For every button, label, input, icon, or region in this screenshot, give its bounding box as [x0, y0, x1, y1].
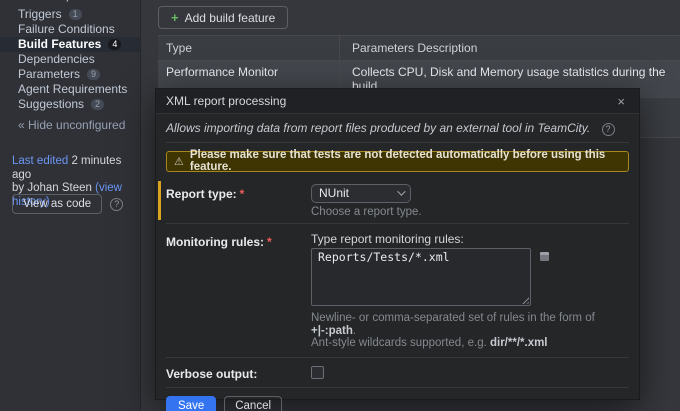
- report-type-select[interactable]: NUnit: [311, 184, 411, 203]
- verbose-output-control: [311, 364, 629, 382]
- count-badge: 2: [91, 99, 104, 110]
- report-type-row: Report type:* NUnit Choose a report type…: [166, 178, 629, 225]
- count-badge: 1: [69, 9, 82, 20]
- sidebar-item-triggers[interactable]: Triggers 1: [0, 7, 140, 22]
- resize-handle[interactable]: [520, 295, 529, 304]
- hide-unconfigured-link[interactable]: « Hide unconfigured: [18, 118, 125, 132]
- settings-sidebar: Build Steps Triggers 1 Failure Condition…: [0, 0, 141, 411]
- sidebar-item-build-features[interactable]: Build Features 4: [0, 37, 140, 52]
- monitoring-rules-value: Reports/Tests/*.xml: [318, 250, 450, 264]
- sidebar-item-label: Agent Requirements: [18, 82, 127, 97]
- add-build-feature-button[interactable]: + Add build feature: [158, 6, 288, 29]
- verbose-output-checkbox[interactable]: [311, 366, 324, 379]
- xml-report-processing-dialog: XML report processing × Allows importing…: [155, 88, 640, 400]
- required-asterisk: *: [267, 235, 272, 249]
- verbose-output-label: Verbose output:: [166, 364, 311, 382]
- verbose-output-row: Verbose output:: [166, 358, 629, 388]
- sidebar-item-label: Build Steps: [18, 0, 79, 3]
- table-header-row: Type Parameters Description: [158, 36, 680, 61]
- plus-icon: +: [171, 10, 179, 25]
- report-type-label: Report type:*: [166, 184, 311, 219]
- sidebar-item-failure-conditions[interactable]: Failure Conditions: [0, 22, 140, 37]
- monitoring-rules-input-label: Type report monitoring rules:: [311, 232, 633, 246]
- monitoring-rules-control: Type report monitoring rules: Reports/Te…: [311, 232, 633, 350]
- add-build-feature-label: Add build feature: [185, 11, 276, 25]
- view-as-code-row: View as code ?: [12, 194, 123, 214]
- sidebar-item-agent-requirements[interactable]: Agent Requirements: [0, 82, 140, 97]
- sidebar-item-label: Triggers: [18, 7, 62, 22]
- monitoring-rules-row: Monitoring rules:* Type report monitorin…: [166, 224, 629, 358]
- sidebar-item-build-steps[interactable]: Build Steps: [0, 0, 140, 3]
- dialog-title: XML report processing: [166, 94, 613, 108]
- count-badge: 9: [87, 69, 100, 80]
- expand-rules-icon[interactable]: [540, 252, 549, 261]
- sidebar-item-label: Failure Conditions: [18, 22, 115, 37]
- sidebar-item-label: Parameters: [18, 67, 80, 82]
- sidebar-item-dependencies[interactable]: Dependencies: [0, 52, 140, 67]
- report-type-value: NUnit: [319, 186, 397, 200]
- column-header-type: Type: [158, 36, 340, 60]
- sidebar-item-label: Build Features: [18, 37, 101, 52]
- dialog-description: Allows importing data from report files …: [166, 114, 629, 143]
- save-button[interactable]: Save: [166, 396, 216, 411]
- monitoring-rules-label: Monitoring rules:*: [166, 232, 311, 350]
- dialog-footer: Save Cancel: [166, 388, 629, 411]
- last-edited-link[interactable]: Last edited: [12, 155, 68, 167]
- dialog-header: XML report processing ×: [156, 89, 639, 114]
- sidebar-item-label: Suggestions: [18, 97, 84, 112]
- warning-text: Please make sure that tests are not dete…: [190, 149, 621, 173]
- last-edited-author: by Johan Steen: [12, 182, 95, 194]
- close-icon[interactable]: ×: [613, 93, 629, 110]
- monitoring-rules-hints: Newline- or comma-separated set of rules…: [311, 312, 633, 350]
- cancel-button[interactable]: Cancel: [224, 396, 282, 411]
- help-icon[interactable]: ?: [110, 198, 123, 211]
- warning-banner: ⚠ Please make sure that tests are not de…: [166, 151, 629, 172]
- required-asterisk: *: [240, 187, 245, 201]
- warning-icon: ⚠: [174, 155, 184, 168]
- dialog-body: Allows importing data from report files …: [156, 114, 639, 411]
- sidebar-item-parameters[interactable]: Parameters 9: [0, 67, 140, 82]
- monitoring-rules-textarea[interactable]: Reports/Tests/*.xml: [311, 248, 531, 306]
- sidebar-item-label: Dependencies: [18, 52, 95, 67]
- dialog-description-text: Allows importing data from report files …: [166, 121, 590, 135]
- monitoring-rules-input-wrap: Reports/Tests/*.xml: [311, 248, 633, 306]
- report-type-hint: Choose a report type.: [311, 206, 629, 219]
- count-badge: 4: [108, 39, 121, 50]
- settings-nav: Build Steps Triggers 1 Failure Condition…: [0, 0, 140, 112]
- sidebar-item-suggestions[interactable]: Suggestions 2: [0, 97, 140, 112]
- chevron-down-icon: [397, 187, 405, 195]
- report-type-control: NUnit Choose a report type.: [311, 184, 629, 219]
- view-as-code-button[interactable]: View as code: [12, 194, 102, 214]
- teamcity-build-configuration-page: Build Steps Triggers 1 Failure Condition…: [0, 0, 680, 411]
- column-header-parameters-description: Parameters Description: [340, 36, 680, 60]
- help-icon[interactable]: ?: [602, 123, 615, 136]
